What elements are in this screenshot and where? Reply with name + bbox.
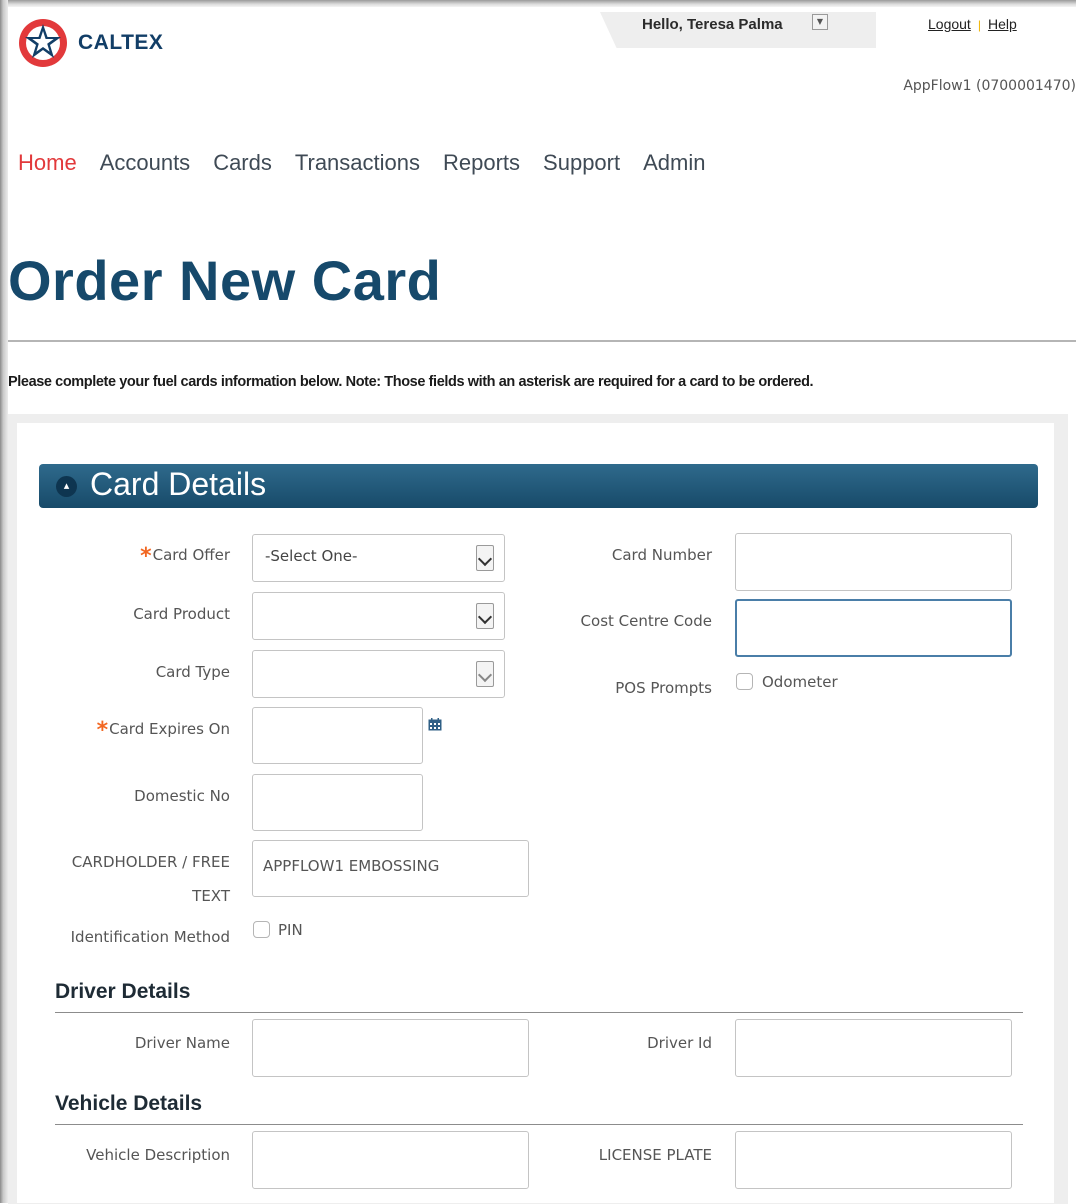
card-offer-label: *Card Offer <box>140 544 230 569</box>
nav-transactions[interactable]: Transactions <box>295 150 420 176</box>
cost-centre-code-input[interactable] <box>735 599 1012 657</box>
instructions-note: Please complete your fuel cards informat… <box>8 374 814 390</box>
nav-admin[interactable]: Admin <box>643 150 705 176</box>
logout-link[interactable]: Logout <box>928 16 971 32</box>
logo-wordmark: CALTEX <box>78 31 164 54</box>
license-plate-input[interactable] <box>735 1131 1012 1189</box>
vehicle-details-divider <box>55 1124 1023 1125</box>
domestic-no-label: Domestic No <box>134 787 230 805</box>
cardholder-value: APPFLOW1 EMBOSSING <box>263 857 440 875</box>
nav-support[interactable]: Support <box>543 150 620 176</box>
card-offer-select[interactable]: -Select One- <box>252 534 505 582</box>
odometer-checkbox[interactable] <box>736 673 753 690</box>
link-separator: | <box>977 18 981 32</box>
card-offer-value: -Select One- <box>265 547 358 565</box>
pos-prompts-label: POS Prompts <box>615 679 712 697</box>
driver-name-input[interactable] <box>252 1019 529 1077</box>
caltex-star-logo-icon <box>19 19 67 67</box>
card-expires-input[interactable] <box>252 707 423 764</box>
account-selector[interactable]: AppFlow1 (0700001470) <box>903 78 1076 94</box>
cardholder-label-line2: TEXT <box>192 887 230 905</box>
pin-checkbox[interactable] <box>253 921 270 938</box>
calendar-icon[interactable] <box>428 718 442 731</box>
license-plate-label: LICENSE PLATE <box>598 1146 712 1164</box>
driver-details-divider <box>55 1012 1023 1013</box>
window-frame-top <box>0 0 1076 7</box>
page-title: Order New Card <box>8 249 442 312</box>
vehicle-description-input[interactable] <box>252 1131 529 1189</box>
cardholder-input[interactable]: APPFLOW1 EMBOSSING <box>252 840 529 897</box>
card-product-select[interactable] <box>252 592 505 640</box>
card-type-select[interactable] <box>252 650 505 698</box>
cost-centre-code-label: Cost Centre Code <box>580 612 712 630</box>
nav-accounts[interactable]: Accounts <box>100 150 191 176</box>
nav-cards[interactable]: Cards <box>213 150 272 176</box>
card-expires-label: *Card Expires On <box>96 718 230 743</box>
domestic-no-input[interactable] <box>252 774 423 831</box>
nav-reports[interactable]: Reports <box>443 150 520 176</box>
window-frame-left <box>0 0 8 1203</box>
driver-name-label: Driver Name <box>134 1034 230 1052</box>
dropdown-icon <box>476 545 494 571</box>
help-link[interactable]: Help <box>988 16 1017 32</box>
user-menu-dropdown-icon[interactable]: ▼ <box>812 14 828 30</box>
card-number-input[interactable] <box>735 533 1012 591</box>
card-type-label: Card Type <box>155 663 230 681</box>
odometer-option-label: Odometer <box>762 673 838 691</box>
vehicle-details-heading: Vehicle Details <box>55 1092 203 1115</box>
driver-details-heading: Driver Details <box>55 980 191 1003</box>
title-divider <box>8 340 1076 342</box>
cardholder-label-line1: CARDHOLDER / FREE <box>71 853 230 871</box>
main-nav: Home Accounts Cards Transactions Reports… <box>18 150 705 176</box>
card-details-title: Card Details <box>90 466 267 502</box>
vehicle-description-label: Vehicle Description <box>86 1146 230 1164</box>
required-asterisk: * <box>140 544 152 569</box>
driver-id-label: Driver Id <box>647 1034 712 1052</box>
caltex-logo[interactable]: CALTEX <box>18 18 163 68</box>
pin-option-label: PIN <box>278 921 303 939</box>
dropdown-icon <box>476 603 494 629</box>
driver-id-input[interactable] <box>735 1019 1012 1077</box>
user-greeting: Hello, Teresa Palma <box>642 16 783 33</box>
header-links: Logout | Help <box>928 16 1017 32</box>
required-asterisk: * <box>96 718 109 743</box>
card-number-label: Card Number <box>611 546 712 564</box>
identification-method-label: Identification Method <box>70 928 230 946</box>
card-product-label: Card Product <box>133 605 230 623</box>
dropdown-icon <box>476 661 494 687</box>
collapse-icon[interactable]: ▴ <box>56 476 77 497</box>
nav-home[interactable]: Home <box>18 150 77 176</box>
